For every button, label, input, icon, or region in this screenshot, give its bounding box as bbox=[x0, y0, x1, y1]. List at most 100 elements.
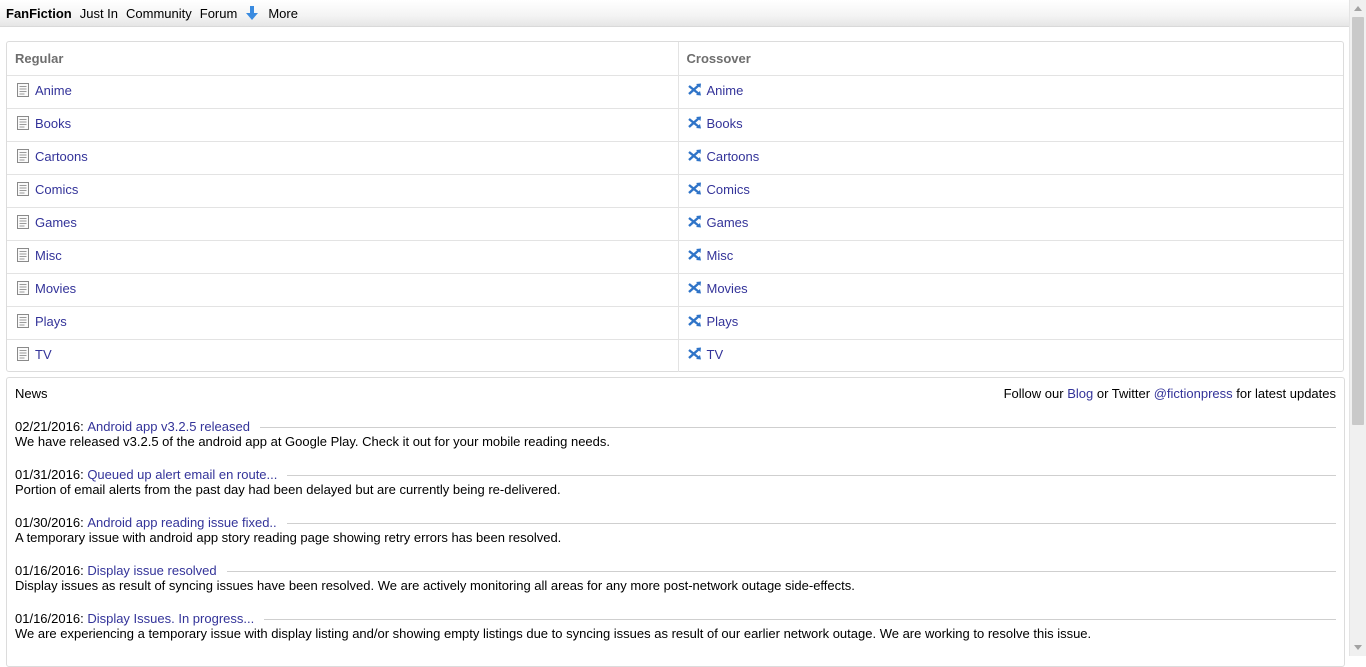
crossover-category-link[interactable]: TV bbox=[687, 346, 723, 362]
document-icon bbox=[15, 313, 31, 329]
crossover-arrows-icon bbox=[687, 115, 703, 131]
crossover-arrows-icon bbox=[687, 82, 703, 98]
crossover-category-link[interactable]: Cartoons bbox=[687, 148, 759, 164]
scroll-down-arrow-icon[interactable] bbox=[1354, 645, 1362, 650]
down-arrow-icon[interactable] bbox=[245, 5, 259, 21]
regular-category-link[interactable]: Movies bbox=[15, 280, 76, 296]
crossover-category-link[interactable]: Games bbox=[687, 214, 748, 230]
scrollbar-thumb[interactable] bbox=[1352, 17, 1364, 425]
news-divider bbox=[264, 618, 1336, 620]
nav-just-in[interactable]: Just In bbox=[80, 6, 118, 21]
crossover-cell: TV bbox=[678, 339, 1343, 372]
news-header: News Follow our Blog or Twitter @fiction… bbox=[15, 386, 1336, 404]
news-divider bbox=[259, 426, 1336, 428]
crossover-category-link[interactable]: Books bbox=[687, 115, 743, 131]
regular-category-link[interactable]: Plays bbox=[15, 313, 67, 329]
category-row: Comics Comics bbox=[7, 174, 1343, 208]
news-title: News bbox=[15, 386, 48, 401]
crossover-cell: Comics bbox=[678, 174, 1343, 208]
news-body: Portion of email alerts from the past da… bbox=[15, 482, 561, 497]
crossover-arrows-icon bbox=[687, 247, 703, 263]
crossover-arrows-icon bbox=[687, 280, 703, 296]
brand-link[interactable]: FanFiction bbox=[6, 6, 72, 21]
document-icon bbox=[15, 247, 31, 263]
regular-cell: Comics bbox=[7, 174, 679, 208]
crossover-category-link[interactable]: Misc bbox=[687, 247, 733, 263]
news-item: 01/16/2016: Display issue resolved Displa… bbox=[15, 562, 1336, 596]
crossover-cell: Anime bbox=[678, 75, 1343, 109]
crossover-arrows-icon bbox=[687, 214, 703, 230]
crossover-category-link[interactable]: Anime bbox=[687, 82, 743, 98]
regular-category-link[interactable]: Comics bbox=[15, 181, 78, 197]
document-icon bbox=[15, 214, 31, 230]
news-item: 02/21/2016: Android app v3.2.5 released W… bbox=[15, 418, 1336, 452]
twitter-link[interactable]: @fictionpress bbox=[1154, 386, 1233, 401]
scroll-up-arrow-icon[interactable] bbox=[1354, 6, 1362, 11]
crossover-category-link[interactable]: Comics bbox=[687, 181, 750, 197]
regular-cell: Misc bbox=[7, 240, 679, 274]
regular-cell: Books bbox=[7, 108, 679, 142]
news-body: We have released v3.2.5 of the android a… bbox=[15, 434, 610, 449]
category-row: Plays Plays bbox=[7, 306, 1343, 340]
category-row: TV TV bbox=[7, 339, 1343, 372]
crossover-arrows-icon bbox=[687, 148, 703, 164]
regular-cell: Games bbox=[7, 207, 679, 241]
news-item: 01/30/2016: Android app reading issue fi… bbox=[15, 514, 1336, 548]
news-divider bbox=[286, 522, 1336, 524]
nav-more[interactable]: More bbox=[268, 6, 298, 21]
regular-category-link[interactable]: Books bbox=[15, 115, 71, 131]
regular-category-link[interactable]: Games bbox=[15, 214, 77, 230]
news-date: 01/16/2016: bbox=[15, 610, 84, 626]
regular-cell: Plays bbox=[7, 306, 679, 340]
blog-link[interactable]: Blog bbox=[1067, 386, 1093, 401]
document-icon bbox=[15, 82, 31, 98]
nav-forum[interactable]: Forum bbox=[200, 6, 238, 21]
document-icon bbox=[15, 346, 31, 362]
category-row: Misc Misc bbox=[7, 240, 1343, 274]
crossover-arrows-icon bbox=[687, 313, 703, 329]
crossover-cell: Books bbox=[678, 108, 1343, 142]
news-headline-link[interactable]: Android app v3.2.5 released bbox=[87, 419, 250, 434]
regular-category-link[interactable]: Misc bbox=[15, 247, 62, 263]
news-body: Display issues as result of syncing issu… bbox=[15, 578, 855, 593]
nav-community[interactable]: Community bbox=[126, 6, 192, 21]
follow-text: Follow our Blog or Twitter @fictionpress… bbox=[1003, 386, 1336, 401]
news-divider bbox=[287, 474, 1336, 476]
top-nav-bar: FanFiction Just In Community Forum More bbox=[0, 0, 1349, 27]
crossover-category-link[interactable]: Movies bbox=[687, 280, 748, 296]
news-body: A temporary issue with android app story… bbox=[15, 530, 562, 545]
news-date: 01/30/2016: bbox=[15, 514, 84, 530]
crossover-cell: Misc bbox=[678, 240, 1343, 274]
regular-header: Regular bbox=[7, 42, 679, 76]
news-item: 01/31/2016: Queued up alert email en rou… bbox=[15, 466, 1336, 500]
regular-cell: Anime bbox=[7, 75, 679, 109]
news-headline-link[interactable]: Display issue resolved bbox=[87, 563, 216, 578]
crossover-cell: Cartoons bbox=[678, 141, 1343, 175]
crossover-cell: Plays bbox=[678, 306, 1343, 340]
news-divider bbox=[226, 570, 1336, 572]
regular-category-link[interactable]: Cartoons bbox=[15, 148, 88, 164]
crossover-arrows-icon bbox=[687, 181, 703, 197]
news-item: 01/16/2016: Display Issues. In progress.… bbox=[15, 610, 1336, 644]
category-row: Movies Movies bbox=[7, 273, 1343, 307]
category-table: Regular Crossover Anime Anime Books Books Ca… bbox=[6, 41, 1344, 372]
category-row: Books Books bbox=[7, 108, 1343, 142]
regular-cell: TV bbox=[7, 339, 679, 372]
news-date: 02/21/2016: bbox=[15, 418, 84, 434]
crossover-cell: Movies bbox=[678, 273, 1343, 307]
news-date: 01/16/2016: bbox=[15, 562, 84, 578]
news-section: News Follow our Blog or Twitter @fiction… bbox=[6, 377, 1345, 667]
regular-category-link[interactable]: Anime bbox=[15, 82, 72, 98]
vertical-scrollbar[interactable] bbox=[1349, 0, 1366, 656]
news-headline-link[interactable]: Android app reading issue fixed.. bbox=[87, 515, 276, 530]
regular-cell: Movies bbox=[7, 273, 679, 307]
document-icon bbox=[15, 280, 31, 296]
category-row: Games Games bbox=[7, 207, 1343, 241]
news-headline-link[interactable]: Queued up alert email en route... bbox=[87, 467, 277, 482]
news-date: 01/31/2016: bbox=[15, 466, 84, 482]
crossover-category-link[interactable]: Plays bbox=[687, 313, 738, 329]
regular-category-link[interactable]: TV bbox=[15, 346, 52, 362]
category-row: Cartoons Cartoons bbox=[7, 141, 1343, 175]
news-headline-link[interactable]: Display Issues. In progress... bbox=[87, 611, 254, 626]
document-icon bbox=[15, 181, 31, 197]
